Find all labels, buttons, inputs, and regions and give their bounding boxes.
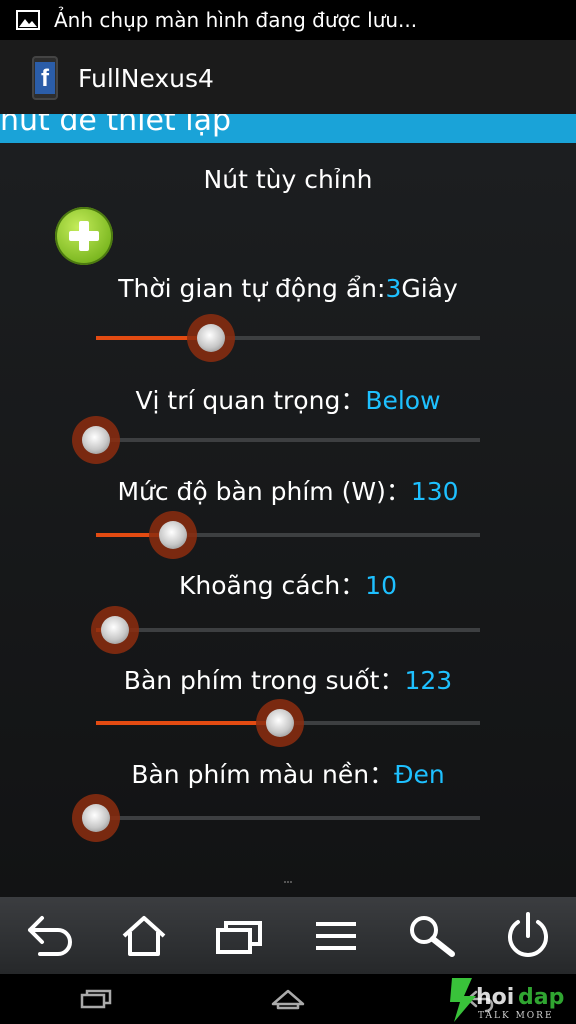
slider-background-color[interactable] [72, 794, 480, 842]
status-bar: Ảnh chụp màn hình đang được lưu... [0, 0, 576, 40]
back-icon [466, 990, 494, 1013]
settings-content: Nút tùy chỉnh Thời gian tự động ẩn:3Giây… [0, 143, 576, 897]
home-button[interactable] [114, 906, 174, 966]
setting-label-text: Bàn phím màu nền： [131, 760, 395, 789]
setting-label-background-color: Bàn phím màu nền：Đen [0, 755, 576, 791]
setting-label-keyboard-width: Mức độ bàn phím (W)：130 [0, 472, 576, 508]
system-home-button[interactable] [258, 979, 318, 1019]
setting-label-text: Bàn phím trong suốt： [123, 666, 405, 695]
setting-value: Đen [394, 760, 445, 789]
system-recent-apps-button[interactable] [66, 979, 126, 1019]
slider-keyboard-width[interactable] [96, 511, 480, 559]
setting-value: Below [365, 386, 441, 415]
action-bar: f FullNexus4 [0, 40, 576, 116]
setting-label-spacing: Khoãng cách：10 [0, 566, 576, 602]
slider-thumb[interactable] [148, 511, 197, 559]
system-back-button[interactable] [450, 979, 510, 1019]
setting-label-auto-hide: Thời gian tự động ẩn:3Giây [0, 274, 576, 303]
slider-auto-hide[interactable] [96, 314, 480, 362]
slider-thumb[interactable] [91, 606, 140, 654]
drag-handle [284, 881, 292, 885]
home-icon [271, 989, 305, 1010]
back-arrow-button[interactable] [18, 906, 78, 966]
slider-transparency[interactable] [96, 699, 480, 747]
setting-value: 3 [385, 274, 402, 303]
setting-label-text: Thời gian tự động ẩn: [118, 274, 386, 303]
home-icon [122, 915, 166, 956]
slider-thumb[interactable] [256, 699, 305, 747]
slider-thumb[interactable] [72, 416, 120, 464]
app-title: FullNexus4 [78, 63, 214, 93]
recent-apps-icon [216, 920, 262, 954]
section-header-title: nút để thiết lập [0, 114, 231, 138]
slider-thumb[interactable] [72, 794, 120, 842]
power-icon [508, 911, 548, 957]
setting-label-transparency: Bàn phím trong suốt：123 [0, 661, 576, 697]
facebook-icon[interactable]: f [32, 56, 58, 100]
slider-key-position[interactable] [72, 416, 480, 464]
section-header: nút để thiết lập [0, 114, 576, 143]
image-icon [16, 10, 40, 30]
app-icon-letter: f [35, 62, 55, 94]
setting-value: 130 [410, 477, 459, 506]
slider-spacing[interactable] [91, 606, 480, 654]
back-arrow-icon [28, 915, 72, 956]
setting-label-key-position: Vị trí quan trọng：Below [0, 381, 576, 417]
recent-apps-icon [80, 989, 112, 1009]
notification-text: Ảnh chụp màn hình đang được lưu... [54, 8, 418, 32]
power-button[interactable] [498, 906, 558, 966]
search-button[interactable] [402, 906, 462, 966]
slider-thumb[interactable] [187, 314, 236, 362]
search-icon [410, 915, 455, 957]
keyboard-bar [0, 897, 576, 974]
custom-buttons-title: Nút tùy chỉnh [203, 165, 373, 194]
setting-label-text: Mức độ bàn phím (W)： [117, 477, 411, 506]
menu-icon [316, 921, 356, 950]
setting-suffix: Giây [401, 274, 458, 303]
menu-button[interactable] [306, 906, 366, 966]
recent-apps-button[interactable] [210, 906, 270, 966]
setting-value: 10 [365, 571, 397, 600]
setting-label-text: Vị trí quan trọng： [135, 386, 366, 415]
slider-fill [96, 721, 281, 725]
setting-label-text: Khoãng cách： [179, 571, 366, 600]
system-nav-bar [0, 974, 576, 1024]
add-circle-icon[interactable] [55, 207, 113, 265]
setting-value: 123 [404, 666, 453, 695]
